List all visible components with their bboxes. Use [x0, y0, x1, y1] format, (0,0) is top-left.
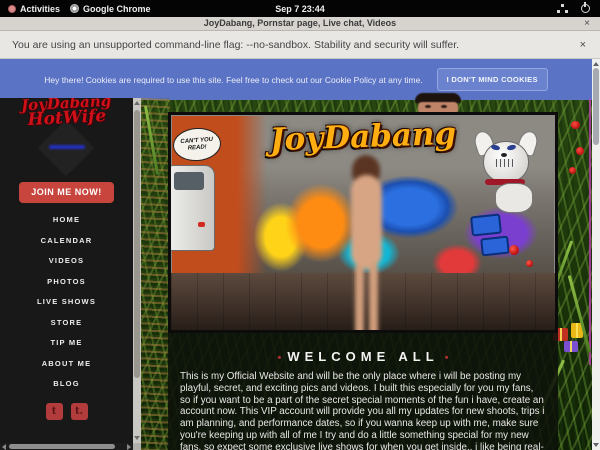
sidebar-item-videos[interactable]: VIDEOS	[0, 251, 133, 272]
scrollbar-corner	[133, 443, 141, 450]
cookie-notice-bar: Hey there! Cookies are required to use t…	[0, 59, 592, 100]
mural-dot	[509, 245, 519, 255]
model-photo-placeholder	[341, 155, 393, 331]
sidebar-horizontal-scrollbar[interactable]	[0, 443, 133, 450]
social-links: t t.	[0, 403, 133, 420]
page-vertical-scrollbar[interactable]	[592, 59, 600, 450]
window-close-icon[interactable]: ×	[584, 19, 590, 29]
welcome-section: • WELCOME ALL • This is my Official Websit…	[168, 333, 558, 450]
sidebar-item-home[interactable]: HOME	[0, 210, 133, 231]
scroll-down-arrow-icon[interactable]	[593, 443, 599, 447]
network-indicator[interactable]	[557, 0, 568, 17]
sidebar-item-calendar[interactable]: CALENDAR	[0, 231, 133, 252]
sidebar-item-live-shows[interactable]: LIVE SHOWS	[0, 292, 133, 313]
power-indicator[interactable]	[581, 0, 590, 17]
flower-decoration	[569, 167, 576, 174]
main-content: CAN'T YOU READ! JoyDabang	[168, 112, 558, 450]
bulldog-mouth	[493, 159, 515, 167]
graffiti-letters	[470, 213, 502, 236]
truck-graphic	[168, 165, 215, 251]
gnome-top-bar: Activities Google Chrome Sep 7 23:44	[0, 0, 600, 17]
scroll-right-arrow-icon[interactable]	[127, 444, 131, 450]
join-now-button[interactable]: JOIN ME NOW!	[19, 182, 114, 203]
bulldog-nose	[501, 153, 507, 157]
heading-marker-left: •	[278, 352, 282, 364]
sidebar-vertical-scroll-thumb[interactable]	[134, 110, 140, 378]
mural-dot	[526, 260, 533, 267]
logo-sublink[interactable]	[49, 145, 85, 149]
sidebar-horizontal-scroll-thumb[interactable]	[9, 444, 115, 449]
heading-marker-right: •	[445, 352, 449, 364]
tumblr-icon[interactable]: t.	[71, 403, 88, 420]
scroll-left-arrow-icon[interactable]	[2, 444, 6, 450]
flower-decoration	[571, 121, 580, 129]
sidebar: JoyDabang HotWife JOIN ME NOW! HOME CALE…	[0, 98, 133, 443]
sidebar-item-about-me[interactable]: ABOUT ME	[0, 354, 133, 375]
page-viewport: Hey there! Cookies are required to use t…	[0, 59, 600, 450]
scroll-up-arrow-icon[interactable]	[593, 62, 599, 66]
window-title: JoyDabang, Pornstar page, Live chat, Vid…	[0, 18, 600, 28]
sidebar-item-tip-me[interactable]: TIP ME	[0, 333, 133, 354]
window-title-bar: JoyDabang, Pornstar page, Live chat, Vid…	[0, 17, 600, 31]
bulldog-body	[495, 183, 533, 213]
sidebar-vertical-scrollbar[interactable]	[133, 98, 141, 443]
hero-image: CAN'T YOU READ! JoyDabang	[168, 112, 558, 333]
gift-box-purple	[564, 341, 578, 352]
scroll-down-arrow-icon[interactable]	[134, 436, 140, 440]
clock[interactable]: Sep 7 23:44	[0, 0, 600, 17]
peeking-eye-left	[425, 105, 431, 108]
cookie-message: Hey there! Cookies are required to use t…	[44, 75, 422, 85]
power-icon	[581, 4, 590, 13]
figure-leg	[369, 263, 378, 333]
flower-decoration	[576, 147, 584, 155]
peeking-eye-right	[441, 105, 447, 108]
sidebar-item-store[interactable]: STORE	[0, 313, 133, 334]
page-scroll-thumb[interactable]	[593, 68, 599, 145]
truck-window	[174, 172, 204, 190]
sandbox-warning-infobar: You are using an unsupported command-lin…	[0, 31, 600, 59]
scroll-up-arrow-icon[interactable]	[134, 101, 140, 105]
network-icon	[557, 4, 568, 13]
sidebar-item-blog[interactable]: BLOG	[0, 374, 133, 395]
figure-body	[351, 175, 382, 269]
background-accent-line	[589, 99, 591, 365]
infobar-close-icon[interactable]: ×	[580, 40, 586, 50]
welcome-paragraph: This is my Official Website and will be …	[180, 371, 546, 450]
figure-leg	[355, 263, 364, 333]
sidebar-menu: HOME CALENDAR VIDEOS PHOTOS LIVE SHOWS S…	[0, 210, 133, 395]
sidebar-item-photos[interactable]: PHOTOS	[0, 272, 133, 293]
welcome-heading-text: WELCOME ALL	[287, 349, 438, 364]
graffiti-letters	[480, 236, 510, 257]
twitter-icon[interactable]: t	[46, 403, 63, 420]
infobar-message: You are using an unsupported command-lin…	[12, 39, 459, 51]
site-logo[interactable]: JoyDabang HotWife	[0, 98, 133, 129]
welcome-heading: • WELCOME ALL •	[168, 349, 558, 364]
screen: Activities Google Chrome Sep 7 23:44 Joy…	[0, 0, 600, 450]
truck-taillight	[198, 222, 205, 227]
cookie-accept-button[interactable]: I DON'T MIND COOKIES	[437, 68, 548, 91]
peeking-face-photo	[415, 93, 461, 114]
